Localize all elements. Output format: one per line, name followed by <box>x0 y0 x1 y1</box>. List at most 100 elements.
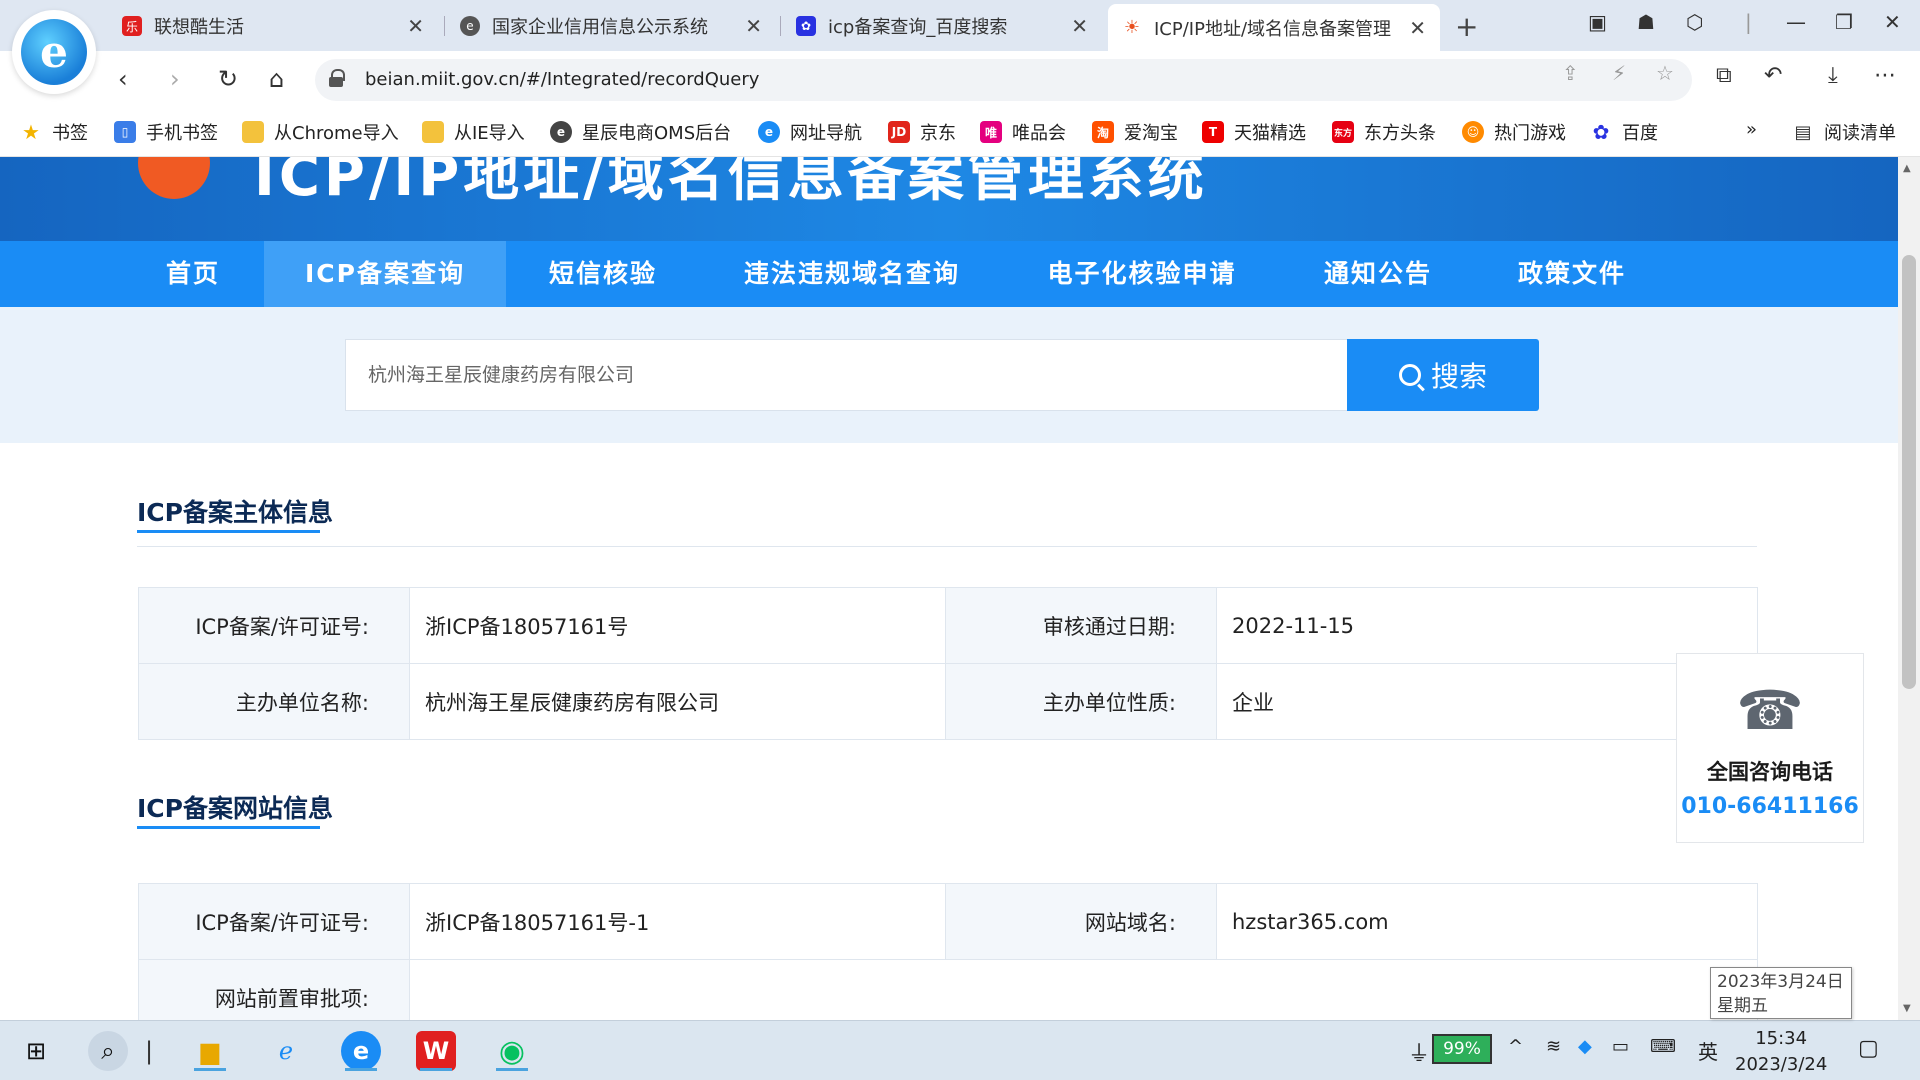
page-scrollbar[interactable]: ▲ ▼ <box>1898 157 1920 1020</box>
bookmark-item[interactable]: T 天猫精选 <box>1202 119 1306 145</box>
power-plug-icon[interactable]: ⏚ <box>1408 1036 1430 1068</box>
bookmark-item[interactable]: e 网址导航 <box>758 119 862 145</box>
tab-title: 国家企业信用信息公示系统 <box>492 17 708 38</box>
nav-illegal-domain[interactable]: 违法违规域名查询 <box>710 241 994 307</box>
shirt-icon[interactable]: ⬡ <box>1686 10 1703 34</box>
start-windows-icon[interactable]: ⊞ <box>16 1031 56 1071</box>
tab-icp-system[interactable]: ☀ ICP/IP地址/域名信息备案管理 ✕ <box>1108 4 1440 51</box>
close-tab-icon[interactable]: ✕ <box>745 14 762 38</box>
divider-icon: | <box>1745 10 1752 34</box>
consult-label: 全国咨询电话 <box>1707 760 1833 784</box>
address-bar: ‹ › ↻ ⌂ beian.miit.gov.cn/#/Integrated/r… <box>0 51 1920 109</box>
bookmark-item[interactable]: JD 京东 <box>888 119 956 145</box>
scroll-down-icon[interactable]: ▼ <box>1903 1003 1911 1014</box>
scrollbar-thumb[interactable] <box>1902 255 1916 689</box>
domain-value: hzstar365.com <box>1216 883 1758 960</box>
keyboard-icon[interactable]: ⌨ <box>1650 1036 1676 1057</box>
close-window-icon[interactable]: ✕ <box>1884 10 1901 34</box>
undo-icon[interactable]: ↶ <box>1764 63 1782 88</box>
star-icon[interactable]: ☆ <box>1656 61 1674 85</box>
jd-icon: JD <box>888 121 910 143</box>
game-icon: ☺ <box>1462 121 1484 143</box>
display-icon[interactable]: ▭ <box>1612 1036 1629 1057</box>
menu-icon[interactable]: ⋯ <box>1874 63 1896 88</box>
app-tray-icon[interactable]: ◆ <box>1578 1036 1592 1057</box>
tab-list-icon[interactable]: ▣ <box>1588 10 1607 34</box>
bookmark-item[interactable]: 淘爱淘宝 <box>1092 119 1178 145</box>
reload-icon[interactable]: ↻ <box>218 65 238 93</box>
new-tab-icon[interactable]: + <box>1455 10 1478 43</box>
gamepad-icon[interactable]: ☗ <box>1637 10 1655 34</box>
browser-icon[interactable]: e <box>341 1031 381 1071</box>
back-icon[interactable]: ‹ <box>118 65 128 93</box>
close-tab-icon[interactable]: ✕ <box>1409 16 1426 40</box>
close-tab-icon[interactable]: ✕ <box>407 14 424 38</box>
file-explorer-icon[interactable]: ▆ <box>190 1031 230 1071</box>
website-section-title: ICP备案网站信息 <box>137 794 333 823</box>
share-icon[interactable]: ⇪ <box>1562 61 1579 85</box>
bookmark-item[interactable]: e 星辰电商OMS后台 <box>550 119 731 145</box>
tab-baidu-search[interactable]: ✿ icp备案查询_百度搜索 ✕ <box>782 6 1102 46</box>
website-info-table: ICP备案/许可证号: 浙ICP备18057161号-1 网站域名: hzsta… <box>138 883 1758 1020</box>
more-bookmarks-button[interactable]: » <box>1746 119 1757 140</box>
search-icon[interactable]: ⌕ <box>88 1031 128 1071</box>
bookmark-item[interactable]: ☺ 热门游戏 <box>1462 119 1566 145</box>
tab-title: icp备案查询_百度搜索 <box>828 17 1008 38</box>
ie-icon[interactable]: ℯ <box>266 1031 306 1071</box>
subject-section-title: ICP备案主体信息 <box>137 498 333 527</box>
consult-phone-widget[interactable]: ☎ 全国咨询电话 010-66411166 <box>1676 653 1864 843</box>
extensions-icon[interactable]: ⧉ <box>1716 63 1732 88</box>
browser-logo-icon[interactable]: e <box>12 10 96 94</box>
bookmark-item[interactable]: 东方 东方头条 <box>1332 119 1436 145</box>
bookmark-item[interactable]: ★ 书签 <box>20 119 88 145</box>
telephone-icon: ☎ <box>1736 679 1804 742</box>
download-icon[interactable]: ⤓ <box>1828 63 1838 88</box>
toutiao-icon: 东方 <box>1332 121 1354 143</box>
bookmark-item[interactable]: ✿ 百度 <box>1590 119 1658 145</box>
battery-indicator[interactable]: 99% <box>1432 1034 1492 1064</box>
site-title: ICP/IP地址/域名信息备案管理系统 <box>254 157 1208 209</box>
tab-lenovo[interactable]: 乐 联想酷生活 ✕ <box>108 6 438 46</box>
wps-icon[interactable]: W <box>416 1031 456 1071</box>
bookmark-item[interactable]: 从IE导入 <box>422 119 525 145</box>
wechat-icon[interactable]: ◉ <box>492 1031 532 1071</box>
bookmark-item[interactable]: 唯唯品会 <box>980 119 1066 145</box>
ie-icon: e <box>550 121 572 143</box>
scroll-up-icon[interactable]: ▲ <box>1903 163 1911 174</box>
nav-policies[interactable]: 政策文件 <box>1484 241 1660 307</box>
icp-number-value: 浙ICP备18057161号 <box>409 587 946 664</box>
section-underline <box>137 530 320 533</box>
restore-icon[interactable]: ❐ <box>1835 10 1853 34</box>
notification-icon[interactable]: ▢ <box>1858 1036 1879 1061</box>
bookmark-item[interactable]: ▯ 手机书签 <box>114 119 218 145</box>
table-row: ICP备案/许可证号: 浙ICP备18057161号-1 网站域名: hzsta… <box>138 883 1758 960</box>
forward-icon[interactable]: › <box>170 65 180 93</box>
reading-list-icon: ▤ <box>1794 121 1812 143</box>
nav-e-verify[interactable]: 电子化核验申请 <box>1020 241 1264 307</box>
bookmarks-bar: ★ 书签 ▯ 手机书签 从Chrome导入 从IE导入 e 星辰电商OMS后台 e 网址… <box>0 109 1920 157</box>
bookmark-item[interactable]: 从Chrome导入 <box>242 119 399 145</box>
chevron-up-icon[interactable]: ^ <box>1508 1036 1523 1057</box>
nav-sms-verify[interactable]: 短信核验 <box>518 241 688 307</box>
tab-credit-system[interactable]: e 国家企业信用信息公示系统 ✕ <box>446 6 776 46</box>
url-field[interactable]: beian.miit.gov.cn/#/Integrated/recordQue… <box>315 59 1692 101</box>
nav-notices[interactable]: 通知公告 <box>1290 241 1466 307</box>
nav-home[interactable]: 首页 <box>134 241 252 307</box>
search-input[interactable]: 杭州海王星辰健康药房有限公司 <box>345 339 1348 411</box>
lightning-icon[interactable]: ⚡ <box>1612 61 1626 85</box>
tab-title: ICP/IP地址/域名信息备案管理 <box>1154 18 1392 40</box>
reading-list-button[interactable]: ▤ 阅读清单 <box>1792 119 1896 145</box>
tooltip-date: 2023年3月24日 <box>1717 972 1844 992</box>
system-clock[interactable]: 15:34 2023/3/24 <box>1735 1026 1827 1078</box>
star-icon: ★ <box>22 120 40 144</box>
table-row: 主办单位名称: 杭州海王星辰健康药房有限公司 主办单位性质: 企业 <box>138 663 1758 740</box>
nav-icp-query[interactable]: ICP备案查询 <box>264 241 506 307</box>
tab-title: 联想酷生活 <box>154 17 244 38</box>
minimize-icon[interactable]: — <box>1786 10 1806 34</box>
search-button[interactable]: 搜索 <box>1347 339 1539 411</box>
ime-indicator[interactable]: 英 <box>1698 1036 1718 1065</box>
close-tab-icon[interactable]: ✕ <box>1071 14 1088 38</box>
task-view-icon[interactable]: | <box>142 1031 156 1071</box>
home-icon[interactable]: ⌂ <box>269 65 284 93</box>
wifi-icon[interactable]: ≋ <box>1546 1036 1561 1057</box>
